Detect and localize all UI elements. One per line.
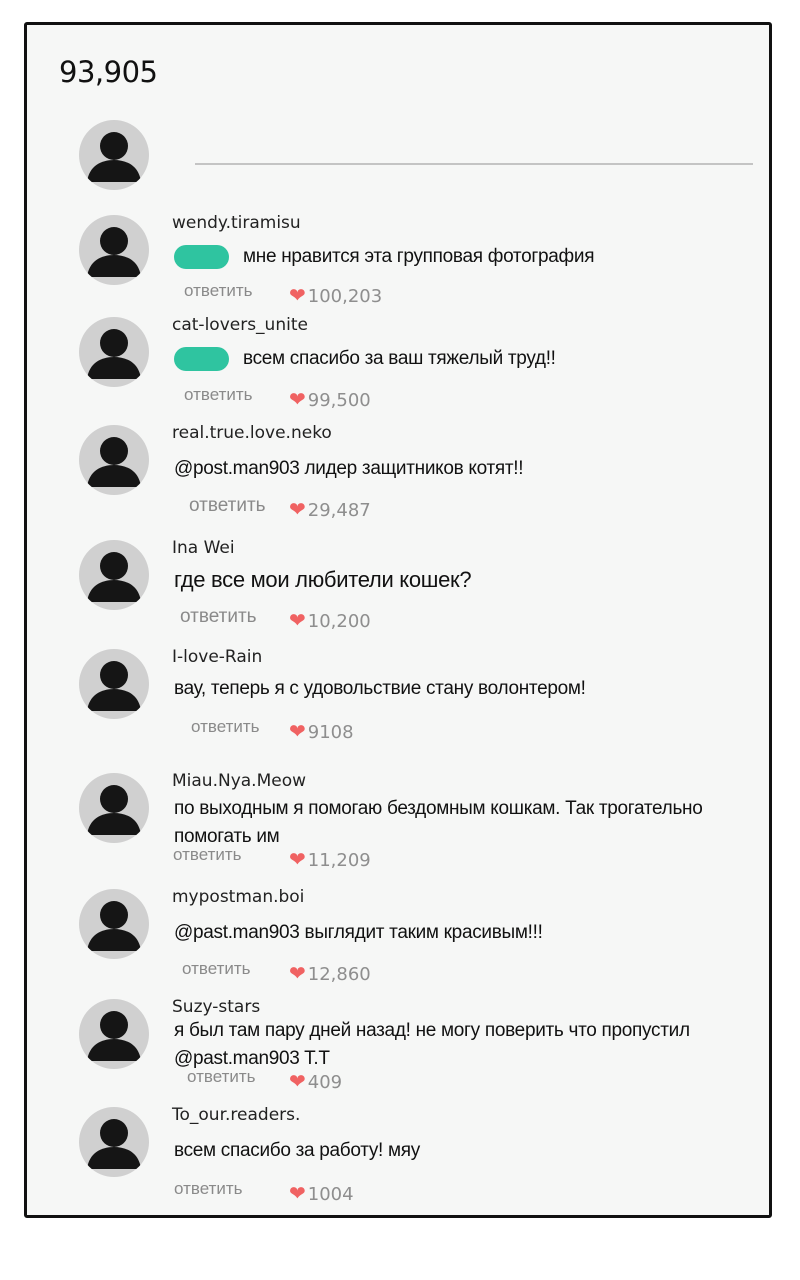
like-button[interactable]: ❤ 11,209 [289, 847, 371, 871]
comment-text: где все мои любители кошек? [174, 567, 472, 592]
reaction-pill [174, 244, 229, 269]
user-silhouette-icon [87, 329, 141, 379]
comment-count: 93,905 [59, 55, 158, 89]
heart-icon: ❤ [289, 1069, 306, 1093]
comment-text-block: всем спасибо за ваш тяжелый труд!! [174, 345, 734, 373]
comment-text: я был там пару дней назад! не могу повер… [174, 1020, 690, 1069]
commenter-avatar[interactable] [79, 773, 149, 843]
reply-button[interactable]: ответить [184, 281, 253, 301]
current-user-avatar [79, 120, 149, 190]
like-count: 100,203 [307, 286, 383, 307]
comment-text-block: @post.man903 лидер защитников котят!! [174, 455, 734, 483]
comment-username[interactable]: real.true.love.neko [172, 423, 332, 443]
comment-text: всем спасибо за ваш тяжелый труд!! [243, 348, 556, 369]
heart-icon: ❤ [289, 608, 306, 632]
commenter-avatar[interactable] [79, 215, 149, 285]
like-count: 29,487 [307, 500, 371, 521]
user-silhouette-icon [87, 1011, 141, 1061]
like-count: 10,200 [307, 611, 371, 632]
comment-text: @past.man903 выглядит таким красивым!!! [174, 922, 543, 943]
reply-button[interactable]: ответить [174, 1179, 243, 1199]
user-silhouette-icon [87, 437, 141, 487]
like-button[interactable]: ❤ 409 [289, 1069, 342, 1093]
reply-button[interactable]: ответить [173, 845, 242, 865]
comment-text-block: @past.man903 выглядит таким красивым!!! [174, 919, 734, 947]
like-button[interactable]: ❤ 99,500 [289, 387, 371, 411]
user-silhouette-icon [87, 785, 141, 835]
comment-text-block: мне нравится эта групповая фотография [174, 243, 734, 271]
user-silhouette-icon [87, 227, 141, 277]
user-silhouette-icon [87, 132, 141, 182]
commenter-avatar[interactable] [79, 999, 149, 1069]
commenter-avatar[interactable] [79, 540, 149, 610]
like-count: 99,500 [307, 390, 371, 411]
reply-button[interactable]: ответить [182, 959, 251, 979]
comment-username[interactable]: I-love-Rain [172, 647, 262, 667]
comment-text: мне нравится эта групповая фотография [243, 246, 595, 267]
comment-username[interactable]: mypostman.boi [172, 887, 304, 907]
reply-button[interactable]: ответить [184, 385, 253, 405]
user-silhouette-icon [87, 1119, 141, 1169]
like-count: 409 [307, 1072, 343, 1093]
comment-input[interactable] [195, 163, 753, 165]
commenter-avatar[interactable] [79, 425, 149, 495]
comment-username[interactable]: Suzy-stars [172, 997, 260, 1017]
heart-icon: ❤ [289, 961, 306, 985]
user-silhouette-icon [87, 661, 141, 711]
heart-icon: ❤ [289, 283, 306, 307]
comment-username[interactable]: Miau.Nya.Meow [172, 771, 306, 791]
reply-button[interactable]: ответить [189, 495, 266, 517]
reply-button[interactable]: ответить [187, 1067, 256, 1087]
comment-username[interactable]: To_our.readers. [172, 1105, 300, 1125]
commenter-avatar[interactable] [79, 889, 149, 959]
like-button[interactable]: ❤ 12,860 [289, 961, 371, 985]
like-count: 9108 [307, 722, 354, 743]
comment-text: по выходным я помогаю бездомным кошкам. … [174, 798, 703, 847]
heart-icon: ❤ [289, 497, 306, 521]
reply-button[interactable]: ответить [191, 717, 260, 737]
commenter-avatar[interactable] [79, 1107, 149, 1177]
user-silhouette-icon [87, 901, 141, 951]
comment-text-block: вау, теперь я с удовольствие стану волон… [174, 675, 734, 703]
comment-username[interactable]: cat-lovers_unite [172, 315, 308, 335]
heart-icon: ❤ [289, 1181, 306, 1205]
user-silhouette-icon [87, 552, 141, 602]
commenter-avatar[interactable] [79, 317, 149, 387]
comment-username[interactable]: wendy.tiramisu [172, 213, 301, 233]
like-button[interactable]: ❤ 10,200 [289, 608, 371, 632]
comment-text-block: всем спасибо за работу! мяу [174, 1137, 734, 1165]
comment-text: всем спасибо за работу! мяу [174, 1140, 420, 1161]
comment-username[interactable]: Ina Wei [172, 538, 235, 558]
reply-button[interactable]: ответить [180, 606, 257, 628]
heart-icon: ❤ [289, 847, 306, 871]
comment-text-block: по выходным я помогаю бездомным кошкам. … [174, 795, 734, 851]
like-count: 12,860 [307, 964, 371, 985]
comment-text: вау, теперь я с удовольствие стану волон… [174, 678, 586, 699]
heart-icon: ❤ [289, 387, 306, 411]
like-count: 11,209 [307, 850, 371, 871]
commenter-avatar[interactable] [79, 649, 149, 719]
like-count: 1004 [307, 1184, 354, 1205]
comments-panel: 93,905 wendy.tiramisu мне нравится эта гр… [24, 22, 772, 1218]
reaction-pill [174, 346, 229, 371]
like-button[interactable]: ❤ 1004 [289, 1181, 354, 1205]
comment-text: @post.man903 лидер защитников котят!! [174, 458, 524, 479]
like-button[interactable]: ❤ 9108 [289, 719, 354, 743]
like-button[interactable]: ❤ 29,487 [289, 497, 371, 521]
comment-text-block: я был там пару дней назад! не могу повер… [174, 1017, 734, 1073]
heart-icon: ❤ [289, 719, 306, 743]
comment-text-block: где все мои любители кошек? [174, 566, 734, 594]
like-button[interactable]: ❤ 100,203 [289, 283, 382, 307]
